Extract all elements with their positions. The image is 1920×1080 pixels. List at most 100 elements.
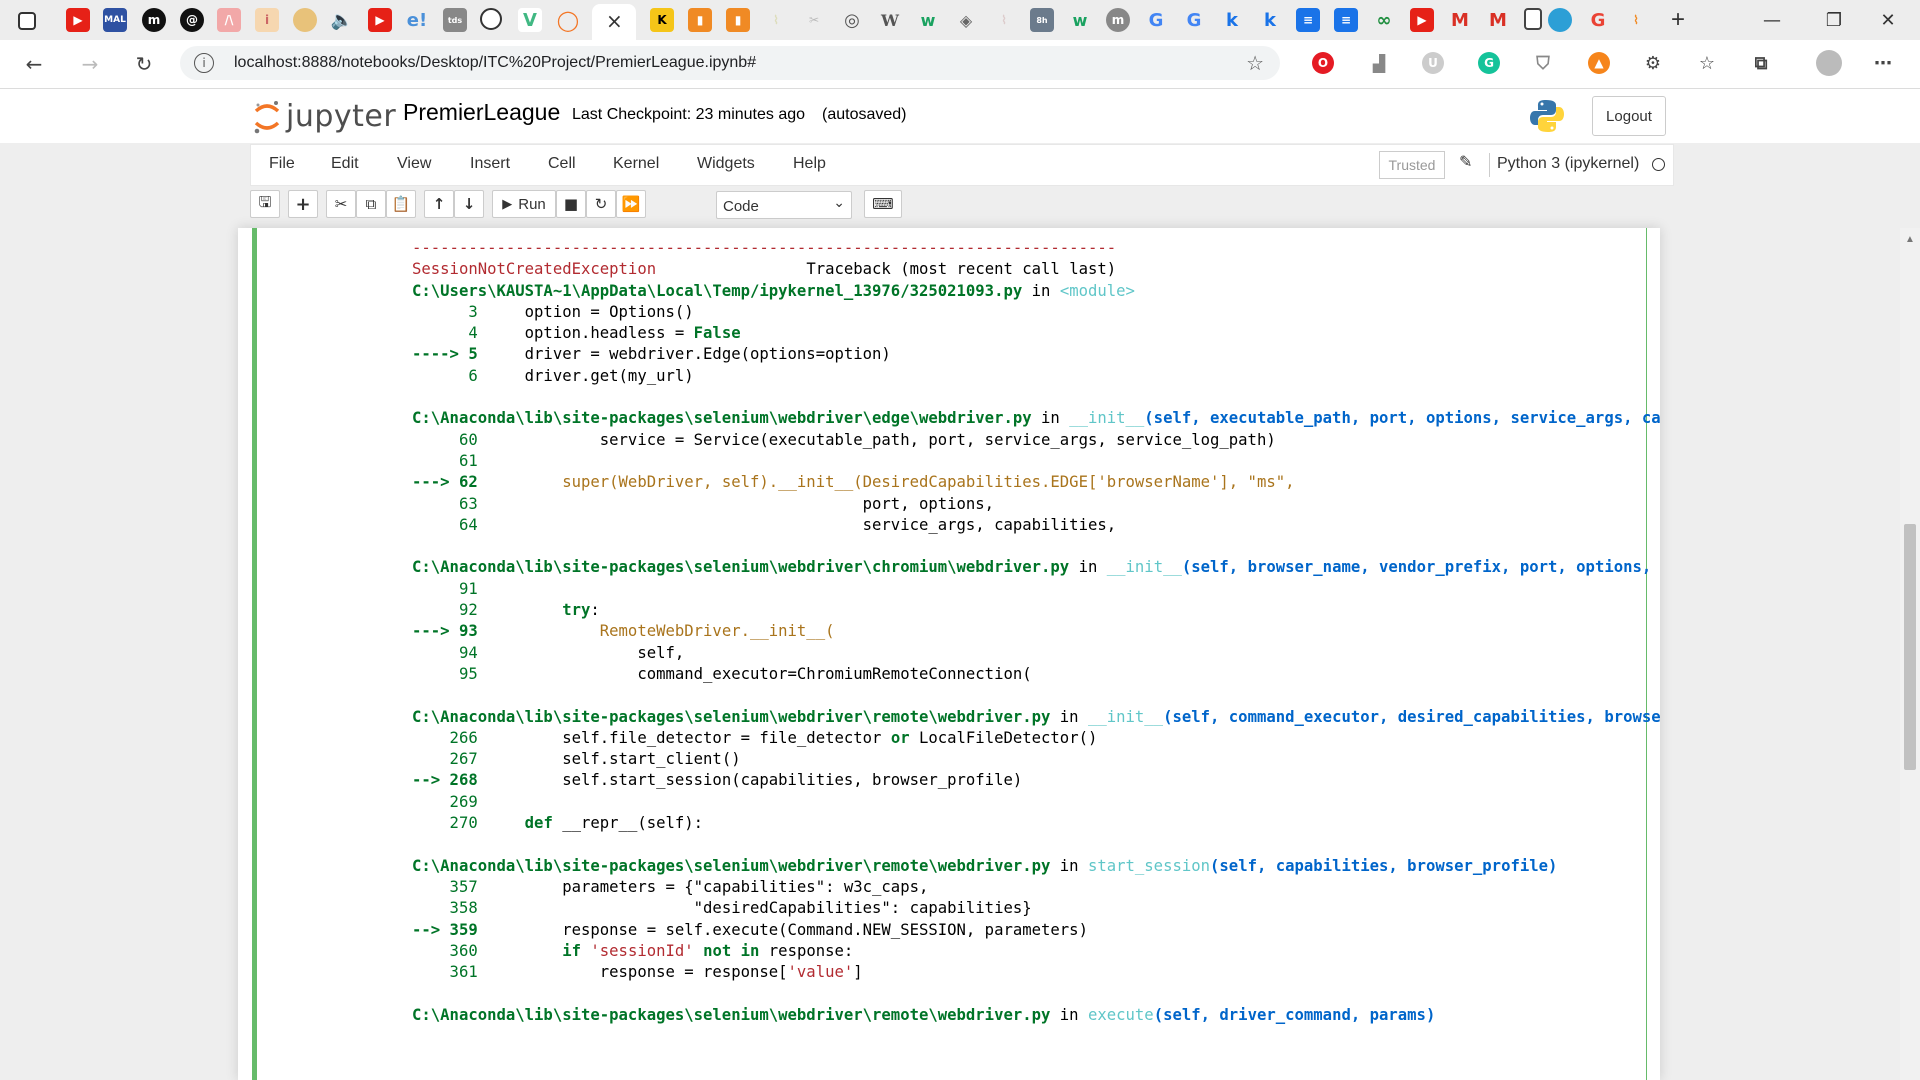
scissors-tab-icon[interactable]: ✂ [802, 8, 826, 32]
youtube-tab-icon-2[interactable]: ▶ [368, 8, 392, 32]
leaf-tab-icon[interactable]: ⌇ [764, 8, 788, 32]
profile-avatar[interactable] [1816, 50, 1842, 76]
insert-cell-icon[interactable]: + [288, 190, 318, 218]
restart-run-all-icon[interactable]: ⏩ [616, 190, 646, 218]
u-extension-icon[interactable]: U [1422, 52, 1444, 74]
pdf-tab-icon[interactable]: /\ [217, 8, 241, 32]
k-tab-icon-3[interactable]: k [1258, 8, 1282, 32]
opera-extension-icon[interactable]: O [1312, 52, 1334, 74]
infinity-tab-icon[interactable]: ∞ [1372, 8, 1396, 32]
more-icon[interactable]: ⋯ [1872, 52, 1894, 74]
github-tab-icon[interactable] [480, 8, 502, 30]
pencil-icon[interactable]: ✎ [1459, 152, 1472, 171]
copy-icon[interactable]: ⧉ [356, 190, 386, 218]
page-scrollbar[interactable]: ▲ [1900, 228, 1920, 1080]
keyboard-icon[interactable]: ⌨ [864, 190, 902, 218]
minimize-icon[interactable]: — [1752, 6, 1792, 34]
forward-icon[interactable]: → [76, 50, 104, 78]
move-down-icon[interactable]: ↓ [454, 190, 484, 218]
add-favorite-icon[interactable]: ☆ [1246, 51, 1264, 76]
google-tab-icon[interactable]: G [1144, 8, 1168, 32]
scrollbar-thumb[interactable] [1904, 524, 1916, 770]
menu-view[interactable]: View [397, 155, 431, 173]
scroll-up-icon[interactable]: ▲ [1905, 234, 1915, 245]
move-up-icon[interactable]: ↑ [424, 190, 454, 218]
menu-insert[interactable]: Insert [470, 155, 510, 173]
jupyter-tab-icon[interactable]: ◯ [556, 8, 580, 32]
kernel-name[interactable]: Python 3 (ipykernel) [1497, 155, 1639, 173]
jupyter-logo[interactable]: jupyter [252, 97, 396, 137]
favorites-icon[interactable]: ☆ [1696, 52, 1718, 74]
interrupt-icon[interactable]: ■ [556, 190, 586, 218]
speaker-tab-icon[interactable]: 🔈 [330, 8, 354, 32]
mal-tab-icon[interactable]: MAL [103, 8, 127, 32]
w-tab-icon-2[interactable]: w [1068, 8, 1092, 32]
site-info-icon[interactable]: i [194, 53, 214, 73]
gmail-tab-icon-2[interactable]: M [1486, 8, 1510, 32]
medium-tab-icon-2[interactable]: m [1106, 8, 1130, 32]
menu-edit[interactable]: Edit [331, 155, 359, 173]
vue-tab-icon[interactable]: V [518, 8, 542, 32]
close-window-icon[interactable]: ✕ [1868, 6, 1908, 34]
menu-widgets[interactable]: Widgets [697, 155, 755, 173]
google-tab-icon-3[interactable]: G [1586, 8, 1610, 32]
k-tab-icon-2[interactable]: k [1220, 8, 1244, 32]
medium-tab-icon[interactable]: m [142, 8, 166, 32]
threads-tab-icon[interactable]: @ [180, 8, 204, 32]
menu-help[interactable]: Help [793, 155, 826, 173]
menu-kernel[interactable]: Kernel [613, 155, 659, 173]
google-tab-icon-2[interactable]: G [1182, 8, 1206, 32]
notebook-name[interactable]: PremierLeague [403, 99, 560, 126]
edge-tab-icon[interactable] [1548, 8, 1572, 32]
chart-extension-icon[interactable]: ▟ [1368, 52, 1390, 74]
collections-icon[interactable]: ⧉ [1750, 52, 1772, 74]
menu-file[interactable]: File [269, 155, 295, 173]
youtube-tab-icon[interactable]: ▶ [66, 8, 90, 32]
image-tab-icon[interactable]: 8h [1030, 8, 1054, 32]
address-bar[interactable]: i localhost:8888/notebooks/Desktop/ITC%2… [180, 46, 1280, 80]
e-tab-icon[interactable]: e! [405, 8, 429, 32]
cell-selection-bar [252, 228, 257, 1080]
run-button[interactable]: ▶ Run [492, 190, 556, 218]
sunset-tab-icon[interactable] [293, 8, 317, 32]
logout-button[interactable]: Logout [1592, 96, 1666, 136]
grammarly-extension-icon[interactable]: G [1478, 52, 1500, 74]
doc-tab-icon[interactable]: tds [443, 8, 467, 32]
book-tab-icon[interactable]: ▮ [688, 8, 712, 32]
github-tab-icon-2[interactable]: ◎ [840, 8, 864, 32]
reload-icon[interactable]: ↻ [130, 50, 158, 78]
active-tab[interactable]: × [592, 4, 636, 40]
wikipedia-tab-icon[interactable]: W [878, 8, 902, 32]
cut-icon[interactable]: ✂ [326, 190, 356, 218]
orange-tab-icon[interactable]: ⌇ [1624, 8, 1648, 32]
page-tab-icon[interactable] [1524, 8, 1542, 30]
restart-icon[interactable]: ↻ [586, 190, 616, 218]
url-text[interactable]: localhost:8888/notebooks/Desktop/ITC%20P… [234, 54, 756, 72]
cell-type-select[interactable]: Code ⌄ [716, 191, 852, 219]
shield-extension-icon[interactable]: ⛉ [1532, 52, 1554, 74]
docs-tab-icon-2[interactable]: ≡ [1334, 8, 1358, 32]
k-tab-icon[interactable]: K [650, 8, 674, 32]
trusted-indicator[interactable]: Trusted [1379, 151, 1445, 179]
menu-cell[interactable]: Cell [548, 155, 576, 173]
back-icon[interactable]: ← [20, 50, 48, 78]
gmail-tab-icon[interactable]: M [1448, 8, 1472, 32]
close-tab-icon[interactable]: × [606, 9, 623, 33]
docs-tab-icon[interactable]: ≡ [1296, 8, 1320, 32]
feather-tab-icon[interactable]: ⌇ [992, 8, 1016, 32]
book-tab-icon-2[interactable]: ▮ [726, 8, 750, 32]
tab-actions-icon[interactable] [18, 12, 36, 30]
new-tab-button[interactable]: + [1664, 6, 1692, 34]
extensions-icon[interactable]: ⚙ [1642, 52, 1664, 74]
youtube-tab-icon-3[interactable]: ▶ [1410, 8, 1434, 32]
frame-5-signature: (self, driver_command, params) [1153, 1005, 1436, 1024]
diamond-tab-icon[interactable]: ◈ [954, 8, 978, 32]
save-icon[interactable]: 🖫 [250, 190, 280, 218]
selected-cell[interactable]: ----------------------------------------… [252, 228, 1660, 1080]
restore-icon[interactable]: ❐ [1814, 6, 1854, 34]
metamask-extension-icon[interactable]: ▲ [1588, 52, 1610, 74]
jupyter-toolbar: 🖫 + ✂ ⧉ 📋 ↑ ↓ ▶ Run ■ ↻ ⏩ Code ⌄ ⌨ [250, 188, 1672, 226]
paste-icon[interactable]: 📋 [386, 190, 416, 218]
file-tab-icon[interactable]: i [255, 8, 279, 32]
w-tab-icon[interactable]: w [916, 8, 940, 32]
